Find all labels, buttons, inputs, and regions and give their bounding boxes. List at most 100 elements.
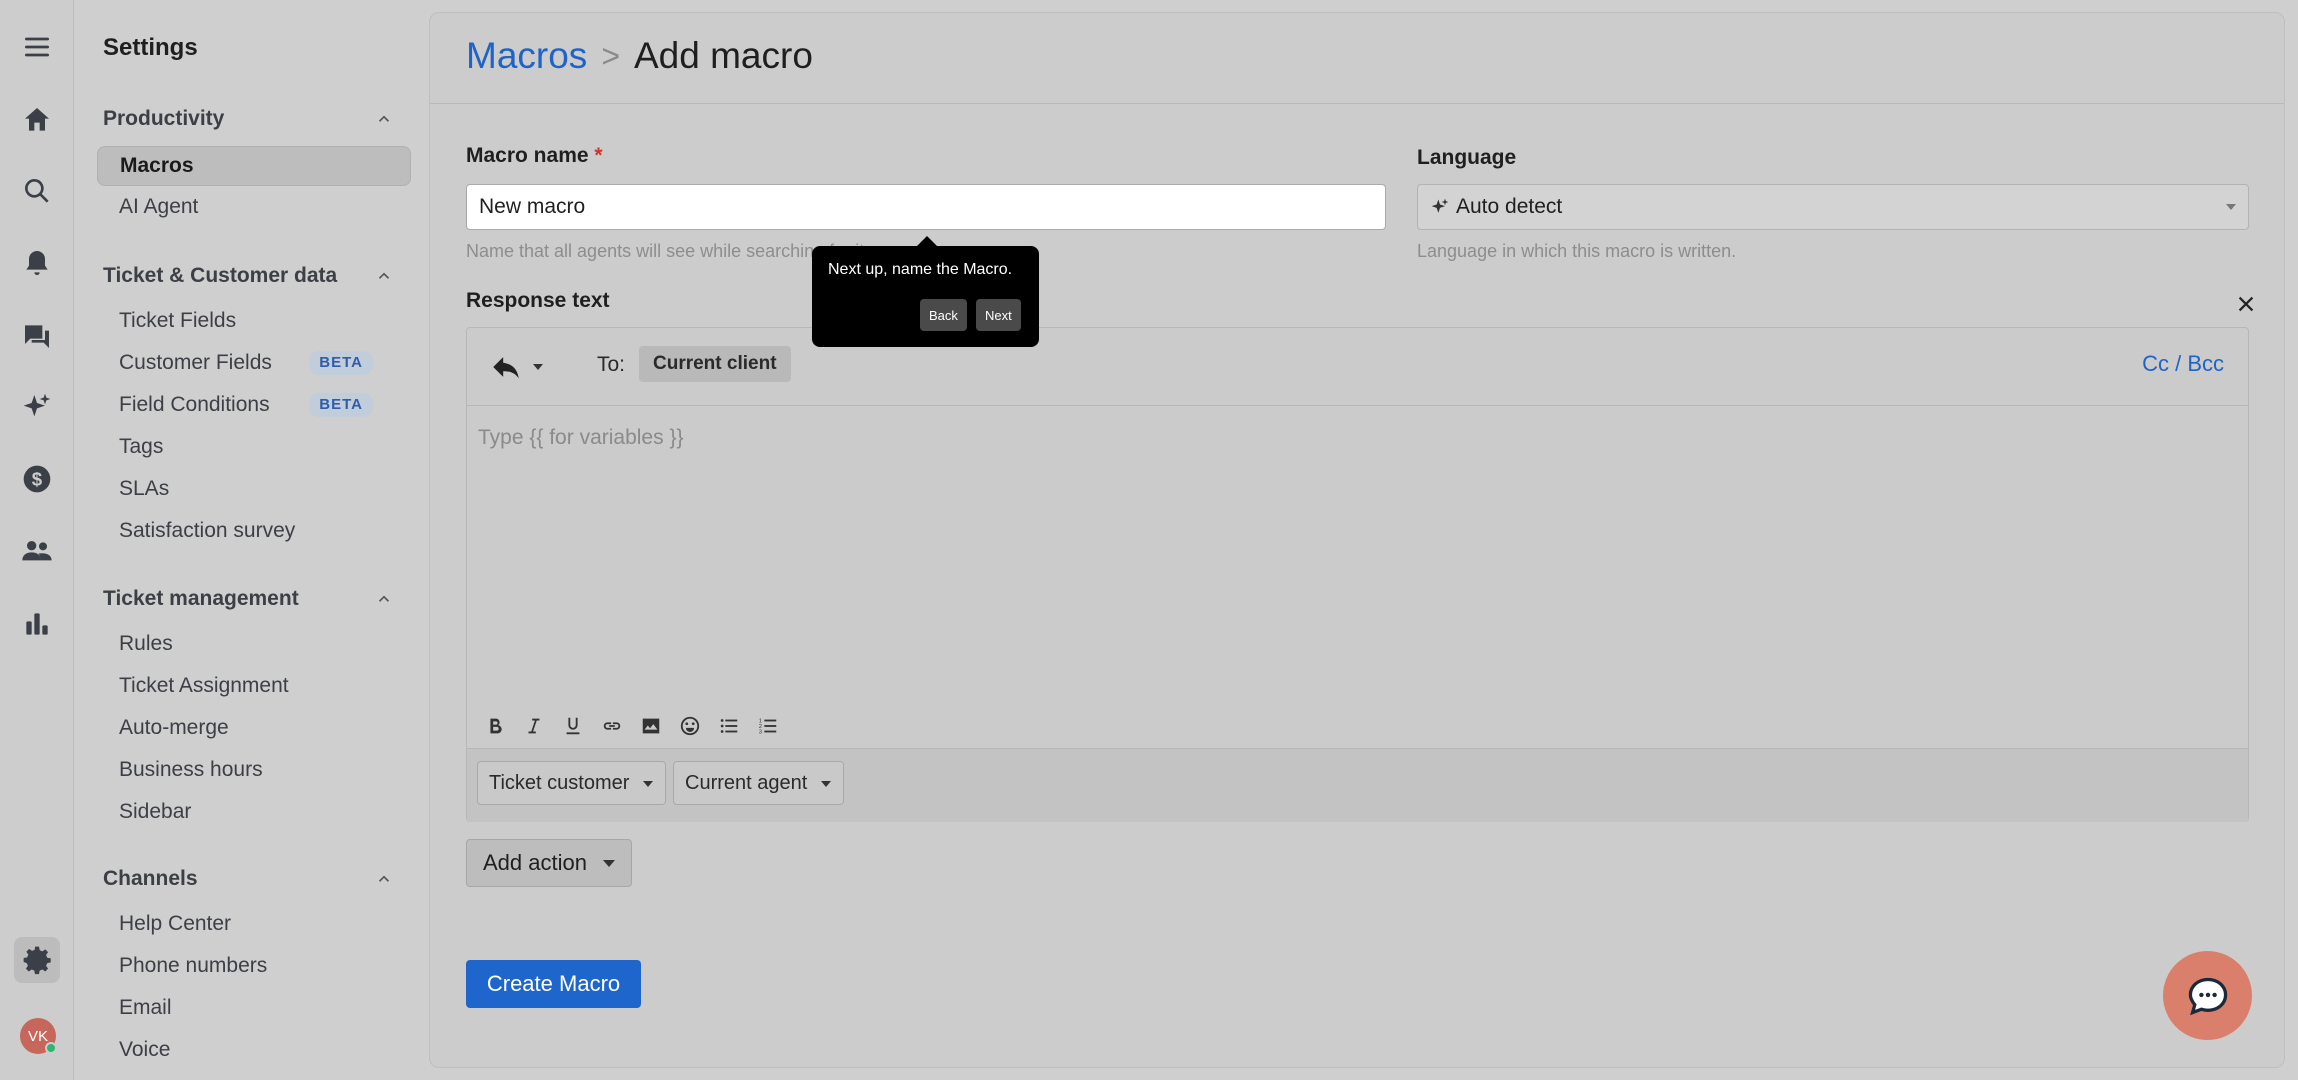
language-label: Language (1417, 146, 1517, 169)
format-toolbar: 123 (481, 712, 781, 739)
chat-icon[interactable] (17, 316, 57, 356)
current-agent-dropdown[interactable]: Current agent (673, 761, 845, 805)
sidebar-item-field-conditions[interactable]: Field Conditions BETA (103, 384, 393, 426)
add-action-button[interactable]: Add action (466, 839, 632, 887)
sidebar-item-ticket-fields[interactable]: Ticket Fields (103, 300, 393, 342)
sidebar-item-email[interactable]: Email (103, 987, 393, 1029)
sidebar-item-label: Sidebar (119, 800, 192, 823)
sidebar-item-label: Customer Fields (119, 351, 272, 374)
chevron-down-icon (603, 860, 615, 867)
sidebar-item-label: Business hours (119, 758, 263, 781)
tooltip-next-button[interactable]: Next (976, 299, 1021, 331)
add-action-label: Add action (483, 850, 587, 875)
bullet-list-icon[interactable] (715, 712, 742, 739)
settings-sidebar: Settings Productivity Macros AI Agent Ti… (74, 0, 429, 1080)
chevron-up-icon (378, 272, 390, 279)
onboarding-tooltip: Next up, name the Macro. Back Next (812, 236, 1039, 347)
ticket-customer-dropdown[interactable]: Ticket customer (477, 761, 667, 805)
sidebar-item-label: AI Agent (119, 195, 199, 218)
reply-icon[interactable] (489, 350, 523, 384)
menu-icon[interactable] (17, 27, 57, 67)
sidebar-item-satisfaction-survey[interactable]: Satisfaction survey (103, 510, 393, 552)
response-textarea[interactable]: Type {{ for variables }} (478, 426, 683, 450)
sidebar-item-rules[interactable]: Rules (103, 623, 393, 665)
macro-name-help: Name that all agents will see while sear… (466, 241, 865, 261)
response-text-label: Response text (466, 289, 610, 312)
sidebar-item-tags[interactable]: Tags (103, 426, 393, 468)
sidebar-item-help-center[interactable]: Help Center (103, 903, 393, 945)
sidebar-item-business-hours[interactable]: Business hours (103, 749, 393, 791)
macro-name-value: New macro (479, 195, 586, 218)
beta-badge: BETA (309, 351, 373, 375)
search-icon[interactable] (17, 171, 57, 211)
chevron-down-icon (2226, 204, 2236, 210)
gear-icon[interactable] (14, 937, 60, 983)
cc-bcc-link[interactable]: Cc / Bcc (2142, 351, 2224, 377)
bold-icon[interactable] (481, 712, 508, 739)
section-header[interactable]: Ticket management (103, 584, 393, 614)
main-panel: Macros > Add macro Macro name * New macr… (429, 12, 2285, 1068)
numbered-list-icon[interactable]: 123 (754, 712, 781, 739)
tooltip-back-button[interactable]: Back (920, 299, 967, 331)
tooltip-text: Next up, name the Macro. (828, 261, 1013, 278)
breadcrumb-separator: > (601, 37, 620, 74)
sidebar-item-auto-merge[interactable]: Auto-merge (103, 707, 393, 749)
language-value-text: Auto detect (1456, 195, 1563, 218)
sidebar-item-slas[interactable]: SLAs (103, 468, 393, 510)
macro-name-label-text: Macro name (466, 144, 589, 167)
to-label: To: (597, 353, 626, 376)
sidebar-item-label: Rules (119, 632, 173, 655)
sidebar-item-label: Help Center (119, 912, 232, 935)
sidebar-item-label: SLAs (119, 477, 170, 500)
section-ticket-customer-data: Ticket & Customer data Ticket Fields Cus… (103, 261, 393, 552)
close-icon[interactable] (2235, 293, 2257, 315)
chat-launcher-button[interactable] (2163, 951, 2252, 1040)
icon-rail: $ VK (0, 0, 74, 1080)
section-title: Channels (103, 867, 198, 890)
sidebar-item-label: Email (119, 996, 172, 1019)
users-icon[interactable] (17, 531, 57, 571)
recipient-chip[interactable]: Current client (639, 346, 791, 382)
breadcrumb: Macros > Add macro (466, 35, 813, 77)
sidebar-item-phone-numbers[interactable]: Phone numbers (103, 945, 393, 987)
beta-badge: BETA (309, 393, 373, 417)
sidebar-item-label: Field Conditions (119, 393, 270, 416)
sidebar-item-macros[interactable]: Macros (97, 146, 411, 186)
header-divider (430, 103, 2284, 104)
chevron-up-icon (378, 115, 390, 122)
avatar[interactable]: VK (20, 1018, 57, 1054)
image-icon[interactable] (637, 712, 664, 739)
link-icon[interactable] (598, 712, 625, 739)
home-icon[interactable] (17, 100, 57, 140)
sparkle-icon[interactable] (17, 387, 57, 427)
sidebar-item-ticket-assignment[interactable]: Ticket Assignment (103, 665, 393, 707)
sidebar-item-customer-fields[interactable]: Customer Fields BETA (103, 342, 393, 384)
sidebar-item-sidebar[interactable]: Sidebar (103, 791, 393, 833)
bar-chart-icon[interactable] (17, 604, 57, 644)
sidebar-item-label: Voice (119, 1038, 171, 1061)
section-header[interactable]: Channels (103, 864, 393, 894)
online-status-dot (45, 1042, 57, 1054)
emoji-icon[interactable] (676, 712, 703, 739)
sidebar-item-ai-agent[interactable]: AI Agent (103, 186, 393, 228)
sidebar-item-label: Auto-merge (119, 716, 229, 739)
section-ticket-management: Ticket management Rules Ticket Assignmen… (103, 584, 393, 833)
language-select[interactable]: Auto detect (1417, 184, 2249, 230)
italic-icon[interactable] (520, 712, 547, 739)
create-macro-button[interactable]: Create Macro (466, 960, 641, 1008)
sidebar-item-voice[interactable]: Voice (103, 1029, 393, 1071)
macro-name-input[interactable]: New macro (466, 184, 1386, 230)
bell-icon[interactable] (17, 243, 57, 283)
underline-icon[interactable] (559, 712, 586, 739)
chevron-up-icon (378, 595, 390, 602)
breadcrumb-link-macros[interactable]: Macros (466, 35, 587, 77)
response-editor: To: Current client Cc / Bcc Type {{ for … (466, 327, 2249, 822)
sidebar-item-label: Macros (120, 154, 194, 177)
sidebar-item-label: Ticket Fields (119, 309, 237, 332)
reply-type-chevron-icon[interactable] (533, 364, 543, 370)
sidebar-item-label: Ticket Assignment (119, 674, 289, 697)
chevron-down-icon (821, 781, 832, 787)
dollar-icon[interactable]: $ (17, 459, 57, 499)
section-header[interactable]: Productivity (103, 104, 393, 134)
section-header[interactable]: Ticket & Customer data (103, 261, 393, 291)
